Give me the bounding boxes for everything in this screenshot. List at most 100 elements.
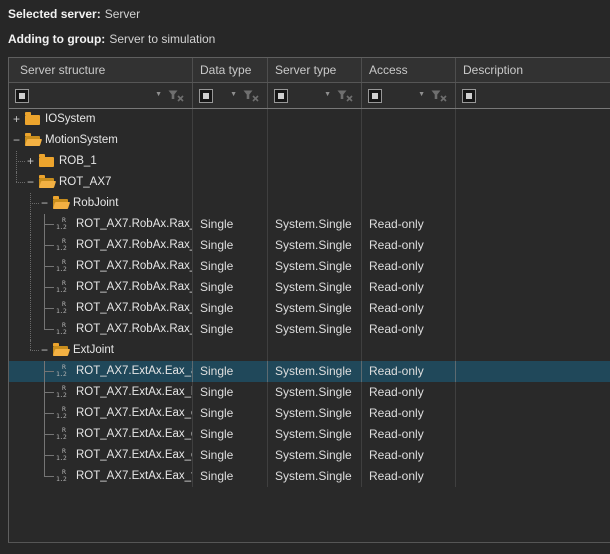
tree-connector-line <box>44 287 54 288</box>
numeric-variable-icon: R1.2 <box>56 385 71 400</box>
table-row[interactable]: R1.2ROT_AX7.ExtAx.Eax_aSingleSystem.Sing… <box>9 361 610 382</box>
tree-node-label: ROT_AX7.RobAx.Rax_3 <box>76 256 193 277</box>
checkbox-icon[interactable] <box>199 89 213 103</box>
tree-node-label: MotionSystem <box>45 130 118 151</box>
cell-data-type: Single <box>193 214 268 235</box>
table-row[interactable]: − ROT_AX7 <box>9 172 610 193</box>
tree-tick-line <box>16 161 25 162</box>
expand-icon[interactable]: + <box>25 151 36 172</box>
dropdown-arrow-icon[interactable]: ▼ <box>324 91 331 98</box>
table-row[interactable]: +IOSystem <box>9 109 610 130</box>
cell-server-type <box>268 109 362 130</box>
column-header-data-type[interactable]: Data type <box>193 58 268 82</box>
cell-access: Read-only <box>362 277 456 298</box>
cell-server-type: System.Single <box>268 277 362 298</box>
numeric-variable-icon: R1.2 <box>56 427 71 442</box>
tree-cell: R1.2ROT_AX7.RobAx.Rax_3 <box>9 256 193 277</box>
cell-access <box>362 109 456 130</box>
dropdown-arrow-icon[interactable]: ▼ <box>155 91 162 98</box>
cell-data-type: Single <box>193 298 268 319</box>
folder-open-icon <box>53 346 68 356</box>
cell-description <box>456 193 610 214</box>
cell-access: Read-only <box>362 319 456 340</box>
numeric-variable-icon: R1.2 <box>56 364 71 379</box>
tree-cell: R1.2 ROT_AX7.ExtAx.Eax_f <box>9 466 193 487</box>
selected-server-value: Server <box>105 7 140 21</box>
collapse-icon[interactable]: − <box>11 130 22 151</box>
server-structure-grid: Server structureData typeServer typeAcce… <box>8 57 610 543</box>
tree-guide-line <box>16 172 17 182</box>
cell-access <box>362 130 456 151</box>
table-row[interactable]: R1.2ROT_AX7.RobAx.Rax_1SingleSystem.Sing… <box>9 214 610 235</box>
expand-icon[interactable]: + <box>11 109 22 130</box>
tree-tick-line <box>16 182 25 183</box>
numeric-variable-icon: R1.2 <box>56 280 71 295</box>
numeric-variable-icon: R1.2 <box>56 469 71 484</box>
dropdown-arrow-icon[interactable]: ▼ <box>418 91 425 98</box>
cell-access: Read-only <box>362 403 456 424</box>
tree-node-label: ROT_AX7 <box>59 172 111 193</box>
dropdown-arrow-icon[interactable]: ▼ <box>230 91 237 98</box>
filter-cell-1[interactable]: ▼ <box>9 83 193 108</box>
table-row[interactable]: R1.2ROT_AX7.RobAx.Rax_3SingleSystem.Sing… <box>9 256 610 277</box>
cell-server-type: System.Single <box>268 424 362 445</box>
table-row[interactable]: − MotionSystem <box>9 130 610 151</box>
table-row[interactable]: R1.2ROT_AX7.ExtAx.Eax_bSingleSystem.Sing… <box>9 382 610 403</box>
checkbox-icon[interactable] <box>274 89 288 103</box>
table-row[interactable]: R1.2ROT_AX7.ExtAx.Eax_eSingleSystem.Sing… <box>9 445 610 466</box>
cell-server-type <box>268 151 362 172</box>
filter-clear-icon[interactable] <box>243 90 259 102</box>
column-header-access[interactable]: Access <box>362 58 456 82</box>
table-row[interactable]: R1.2ROT_AX7.ExtAx.Eax_fSingleSystem.Sing… <box>9 466 610 487</box>
table-row[interactable]: R1.2ROT_AX7.RobAx.Rax_4SingleSystem.Sing… <box>9 277 610 298</box>
filter-cell-5[interactable] <box>456 83 610 108</box>
filter-clear-icon[interactable] <box>431 90 447 102</box>
tree-cell: R1.2ROT_AX7.RobAx.Rax_5 <box>9 298 193 319</box>
cell-data-type: Single <box>193 424 268 445</box>
table-row[interactable]: −ExtJoint <box>9 340 610 361</box>
table-row[interactable]: R1.2ROT_AX7.RobAx.Rax_2SingleSystem.Sing… <box>9 235 610 256</box>
filter-cell-3[interactable]: ▼ <box>268 83 362 108</box>
tree-node-label: ROT_AX7.RobAx.Rax_1 <box>76 214 193 235</box>
cell-description <box>456 130 610 151</box>
tree-cell: R1.2ROT_AX7.RobAx.Rax_6 <box>9 319 193 340</box>
table-row[interactable]: −RobJoint <box>9 193 610 214</box>
cell-data-type: Single <box>193 319 268 340</box>
tree-node-label: ROT_AX7.ExtAx.Eax_f <box>76 466 193 487</box>
table-row[interactable]: R1.2ROT_AX7.ExtAx.Eax_dSingleSystem.Sing… <box>9 424 610 445</box>
column-header-server-structure[interactable]: Server structure <box>9 58 193 82</box>
numeric-variable-icon: R1.2 <box>56 301 71 316</box>
table-row[interactable]: R1.2ROT_AX7.ExtAx.Eax_cSingleSystem.Sing… <box>9 403 610 424</box>
table-row[interactable]: R1.2ROT_AX7.RobAx.Rax_6SingleSystem.Sing… <box>9 319 610 340</box>
tree-node-label: ROT_AX7.RobAx.Rax_4 <box>76 277 193 298</box>
collapse-icon[interactable]: − <box>25 172 36 193</box>
checkbox-icon[interactable] <box>462 89 476 103</box>
tree-rows: +IOSystem−MotionSystem+ROB_1−ROT_AX7−Rob… <box>9 109 610 487</box>
collapse-icon[interactable]: − <box>39 340 50 361</box>
cell-description <box>456 151 610 172</box>
cell-description <box>456 214 610 235</box>
checkbox-icon[interactable] <box>368 89 382 103</box>
numeric-variable-icon: R1.2 <box>56 217 71 232</box>
folder-closed-icon <box>39 157 54 167</box>
table-row[interactable]: R1.2ROT_AX7.RobAx.Rax_5SingleSystem.Sing… <box>9 298 610 319</box>
filter-clear-icon[interactable] <box>168 90 184 102</box>
filter-cell-2[interactable]: ▼ <box>193 83 268 108</box>
cell-server-type: System.Single <box>268 403 362 424</box>
column-header-description[interactable]: Description <box>456 58 610 82</box>
cell-data-type: Single <box>193 403 268 424</box>
cell-description <box>456 361 610 382</box>
cell-description <box>456 403 610 424</box>
table-row[interactable]: +ROB_1 <box>9 151 610 172</box>
filter-clear-icon[interactable] <box>337 90 353 102</box>
tree-cell: +IOSystem <box>9 109 193 130</box>
filter-cell-4[interactable]: ▼ <box>362 83 456 108</box>
cell-access: Read-only <box>362 424 456 445</box>
tree-guide-line <box>30 340 31 350</box>
collapse-icon[interactable]: − <box>39 193 50 214</box>
checkbox-icon[interactable] <box>15 89 29 103</box>
column-header-server-type[interactable]: Server type <box>268 58 362 82</box>
cell-server-type: System.Single <box>268 382 362 403</box>
tree-cell: R1.2ROT_AX7.ExtAx.Eax_c <box>9 403 193 424</box>
numeric-variable-icon: R1.2 <box>56 322 71 337</box>
